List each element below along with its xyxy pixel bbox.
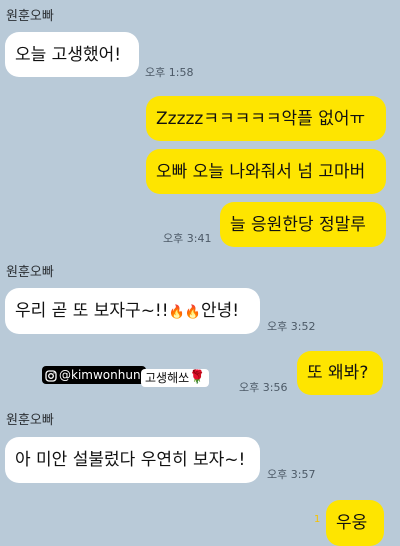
unread-count: 1 (314, 514, 321, 525)
message-bubble-outgoing[interactable]: 오빠 오늘 나와줘서 넘 고마버 (146, 149, 386, 194)
instagram-handle: @kimwonhun (59, 368, 141, 382)
message-time: 오후 1:58 (145, 66, 194, 79)
caption-text: 고생해쏘 (145, 371, 190, 385)
sender-name: 원훈오빠 (6, 9, 54, 24)
message-bubble-incoming[interactable]: 우리 곧 또 보자구~!!🔥🔥안녕! (5, 288, 260, 334)
message-bubble-outgoing[interactable]: 우웅 (326, 500, 384, 546)
message-time: 오후 3:52 (267, 320, 316, 333)
instagram-handle-sticker[interactable]: @kimwonhun (42, 366, 146, 384)
message-time: 오후 3:41 (163, 232, 212, 245)
instagram-icon (45, 369, 57, 382)
sticker-caption: 고생해쏘 🌹 (141, 369, 210, 387)
message-bubble-incoming[interactable]: 오늘 고생했어! (5, 32, 139, 77)
message-text: 우리 곧 또 보자구~!! (15, 301, 169, 321)
message-bubble-outgoing[interactable]: 또 왜봐? (297, 351, 383, 395)
message-bubble-outgoing[interactable]: 늘 응원한당 정말루 (220, 202, 386, 247)
sender-name: 원훈오빠 (6, 265, 54, 280)
message-time: 오후 3:57 (267, 468, 316, 481)
message-bubble-incoming[interactable]: 아 미안 설불렀다 우연히 보자~! (5, 437, 260, 483)
message-suffix: 안녕! (200, 301, 240, 321)
message-time: 오후 3:56 (239, 381, 288, 394)
rose-emoji: 🌹 (189, 370, 206, 385)
fire-emoji: 🔥🔥 (168, 305, 201, 320)
message-bubble-outgoing[interactable]: Zzzzzㅋㅋㅋㅋㅋ악플 없어ㅠ (146, 96, 386, 141)
sender-name: 원훈오빠 (6, 413, 54, 428)
